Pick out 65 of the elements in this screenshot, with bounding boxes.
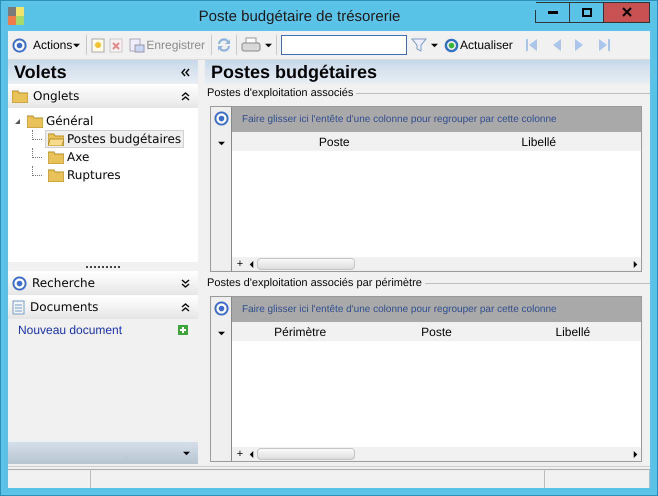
collapse-icon[interactable] (181, 302, 190, 312)
column-header[interactable]: Poste (232, 134, 436, 148)
add-row-button[interactable]: + (234, 258, 246, 270)
maximize-button[interactable] (570, 2, 604, 22)
folder-icon (48, 168, 64, 182)
refresh-icon (444, 38, 460, 52)
tree-item[interactable]: Axe (45, 148, 92, 166)
column-header[interactable]: Périmètre (232, 324, 368, 338)
search-field[interactable] (281, 35, 408, 55)
refresh-button[interactable]: Actualiser (442, 34, 515, 56)
pane-title: Volets (14, 62, 67, 82)
section-header[interactable]: Onglets (8, 84, 198, 108)
minimize-button[interactable] (536, 2, 570, 22)
left-arrow-icon[interactable] (248, 450, 255, 458)
tree-toggle-icon[interactable] (14, 118, 21, 124)
collapse-icon[interactable] (181, 92, 190, 100)
tree-connector-line (32, 130, 42, 140)
target-icon (214, 301, 228, 316)
tree-item[interactable]: Postes budgétaires (45, 130, 184, 148)
expand-icon[interactable] (181, 278, 190, 288)
right-arrow-icon[interactable] (632, 260, 639, 268)
tree-item[interactable]: Général (24, 112, 96, 130)
caret-icon[interactable] (218, 140, 224, 147)
target-icon (12, 276, 27, 290)
close-button[interactable] (604, 2, 650, 22)
column-header[interactable]: Libellé (504, 324, 641, 338)
caret-icon[interactable] (218, 330, 224, 337)
target-icon (214, 111, 228, 126)
minimize-icon (548, 10, 558, 14)
tree-connector-line (32, 148, 42, 158)
group-by-hint: Faire glisser ici l'entête d'une colonne pour regrouper par cette colonne (232, 107, 641, 132)
caret-icon[interactable] (73, 42, 80, 48)
right-arrow-icon[interactable] (632, 450, 639, 458)
tree-connector-line (32, 166, 42, 176)
group-label: Postes d'exploitation associés (207, 87, 354, 99)
add-row-button[interactable]: + (234, 448, 246, 460)
group-label: Postes d'exploitation associés par périmètre (207, 277, 422, 289)
left-arrow-icon[interactable] (248, 260, 255, 268)
collapse-icon[interactable] (181, 68, 190, 76)
target-icon (12, 38, 27, 52)
new-document-link[interactable]: Nouveau document (18, 323, 122, 337)
app-icon (8, 7, 24, 25)
caret-icon[interactable] (265, 42, 272, 48)
window-title: Poste budgétaire de trésorerie (198, 8, 402, 24)
section-header[interactable]: Recherche (8, 271, 198, 295)
horizontal-scrollbar[interactable]: + (232, 447, 641, 461)
document-icon (12, 300, 25, 314)
folder-icon (12, 90, 28, 102)
open-folder-icon (48, 132, 64, 146)
column-header[interactable]: Libellé (436, 134, 641, 148)
save-icon (129, 38, 146, 52)
folder-icon (27, 114, 43, 128)
maximize-icon (582, 8, 592, 16)
group-by-hint: Faire glisser ici l'entête d'une colonne pour regrouper par cette colonne (232, 297, 641, 322)
horizontal-scrollbar[interactable]: + (232, 257, 641, 271)
section-header[interactable]: Documents (8, 295, 198, 319)
tree-item[interactable]: Ruptures (45, 166, 124, 184)
folder-icon (48, 150, 64, 164)
actions-menu[interactable]: Actions (31, 34, 82, 56)
add-icon[interactable] (178, 325, 188, 335)
close-icon (622, 7, 632, 17)
caret-icon[interactable] (183, 450, 190, 456)
column-header[interactable]: Poste (368, 324, 505, 338)
page-title: Postes budgétaires (211, 62, 378, 82)
caret-icon[interactable] (431, 42, 438, 48)
